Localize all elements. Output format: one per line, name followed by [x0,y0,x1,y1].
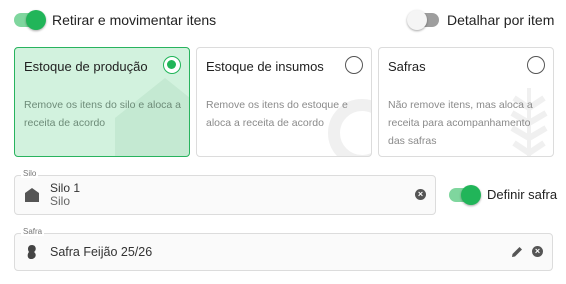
card-estoque-producao[interactable]: Estoque de produção Remove os itens do s… [14,47,190,157]
toggle-retirar-label: Retirar e movimentar itens [52,12,217,28]
silo-icon [25,188,39,202]
switch-retirar[interactable] [14,10,46,30]
card-title: Estoque de insumos [206,59,324,74]
toggle-definir-safra[interactable]: Definir safra [449,184,558,205]
card-title: Estoque de produção [24,59,148,74]
silo-field[interactable]: Silo Silo 1 Silo × [14,169,436,215]
card-title: Safras [388,59,426,74]
card-description: Remove os itens do estoque e aloca a rec… [206,99,348,129]
radio-safras[interactable] [527,56,545,74]
pencil-icon[interactable] [511,246,523,258]
toggle-detalhar-por-item[interactable]: Detalhar por item [407,10,555,30]
silo-name: Silo 1 [50,181,81,195]
card-estoque-insumos[interactable]: Estoque de insumos Remove os itens do es… [196,47,372,157]
safra-clear-button[interactable]: × [532,246,543,257]
toggle-definir-safra-label: Definir safra [487,187,558,202]
toggle-retirar-movimentar[interactable]: Retirar e movimentar itens [14,10,217,30]
card-description: Não remove itens, mas aloca a receita pa… [388,99,533,147]
toggle-detalhar-label: Detalhar por item [447,12,555,28]
switch-detalhar[interactable] [407,10,439,30]
radio-estoque-producao[interactable] [163,56,181,74]
safra-legend: Safra [21,227,45,236]
switch-definir-safra[interactable] [449,184,481,205]
bean-icon [27,245,36,259]
silo-clear-button[interactable]: × [415,189,426,200]
silo-type: Silo [50,194,71,208]
card-description: Remove os itens do silo e aloca a receit… [24,99,182,129]
safra-value: Safra Feijão 25/26 [50,245,153,259]
radio-estoque-insumos[interactable] [345,56,363,74]
silo-legend: Silo [21,169,39,178]
safra-field[interactable]: Safra Safra Feijão 25/26 × [14,227,553,271]
card-safras[interactable]: Safras Não remove itens, mas aloca a rec… [378,47,554,157]
